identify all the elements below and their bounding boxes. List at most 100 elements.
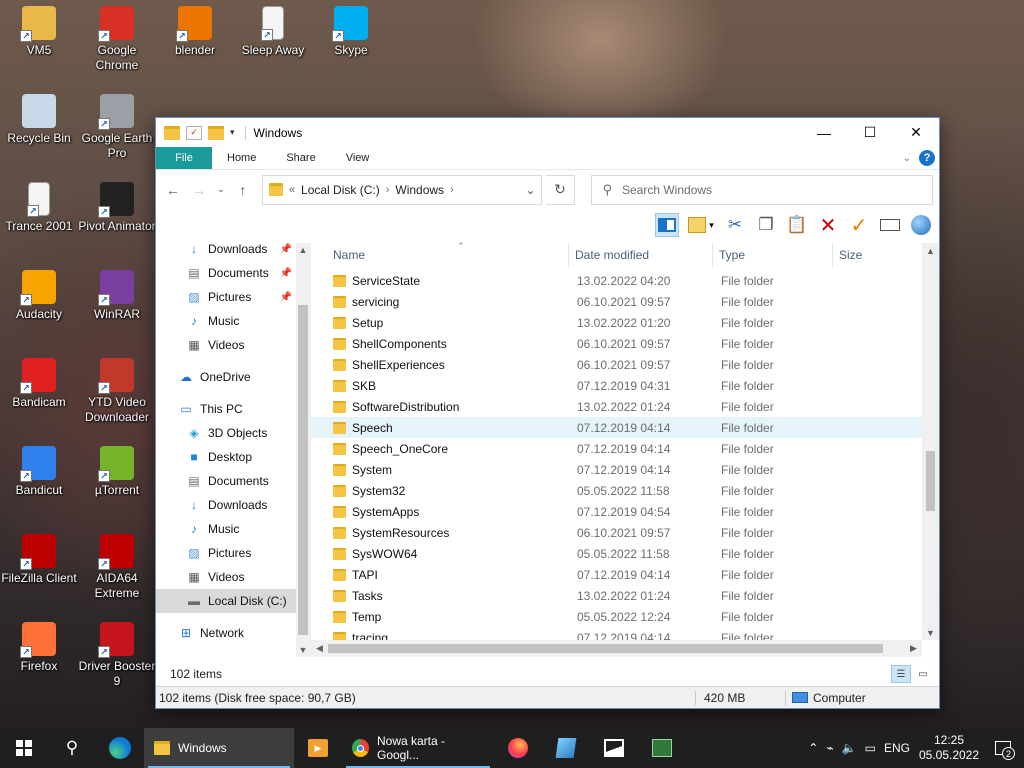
nav-scroll-thumb[interactable]: [298, 305, 308, 635]
desktop-icon[interactable]: ↗ Sleep Away: [234, 6, 312, 58]
nav-item[interactable]: ▭ This PC: [156, 397, 296, 421]
desktop-icon[interactable]: ↗ blender: [156, 6, 234, 58]
nav-item[interactable]: ▤ Documents 📌: [156, 261, 296, 285]
column-name[interactable]: Name: [311, 243, 569, 267]
nav-item[interactable]: ▦ Videos: [156, 565, 296, 589]
close-button[interactable]: ✕: [893, 118, 939, 147]
table-row[interactable]: ShellComponents 06.10.2021 09:57 File fold…: [311, 333, 922, 354]
show-hidden-icons-icon[interactable]: ⌃: [808, 741, 818, 755]
table-row[interactable]: SysWOW64 05.05.2022 11:58 File folder: [311, 543, 922, 564]
desktop-icon[interactable]: ↗ Trance 2001: [0, 182, 78, 234]
layout-icon[interactable]: ▾: [686, 213, 716, 237]
display-icon[interactable]: ▭: [865, 741, 876, 755]
nav-item[interactable]: ▨ Pictures 📌: [156, 285, 296, 309]
desktop-icon[interactable]: ↗ Firefox: [0, 622, 78, 674]
large-icons-view-icon[interactable]: ▭: [913, 665, 933, 683]
up-button[interactable]: ↑: [232, 179, 254, 201]
preview-pane-icon[interactable]: [655, 213, 679, 237]
table-row[interactable]: Tasks 13.02.2022 01:24 File folder: [311, 585, 922, 606]
delete-icon[interactable]: ✕: [816, 213, 840, 237]
table-row[interactable]: System32 05.05.2022 11:58 File folder: [311, 480, 922, 501]
nav-item[interactable]: ♪ Music: [156, 517, 296, 541]
desktop-icon[interactable]: ↗ YTD Video Downloader: [78, 358, 156, 425]
help-icon[interactable]: ?: [919, 150, 935, 166]
table-row[interactable]: Setup 13.02.2022 01:20 File folder: [311, 312, 922, 333]
nav-item[interactable]: ⊞ Network: [156, 621, 296, 645]
scroll-right-icon[interactable]: ▶: [905, 641, 922, 656]
nav-item[interactable]: ■ Desktop: [156, 445, 296, 469]
desktop-icon[interactable]: ↗ Bandicut: [0, 446, 78, 498]
table-row[interactable]: servicing 06.10.2021 09:57 File folder: [311, 291, 922, 312]
scroll-up-icon[interactable]: ▲: [296, 243, 310, 257]
clock[interactable]: 12:25 05.05.2022: [918, 733, 980, 763]
firefox-button[interactable]: [494, 728, 542, 768]
customize-toolbar-icon[interactable]: ▾: [230, 127, 235, 138]
column-size[interactable]: Size: [833, 243, 893, 267]
new-folder-icon[interactable]: [208, 125, 224, 140]
breadcrumb-windows[interactable]: Windows: [395, 183, 444, 197]
table-row[interactable]: TAPI 07.12.2019 04:14 File folder: [311, 564, 922, 585]
paste-icon[interactable]: 📋: [785, 213, 809, 237]
desktop-icon[interactable]: Recycle Bin: [0, 94, 78, 146]
app-button[interactable]: [542, 728, 590, 768]
desktop-icon[interactable]: ↗ µTorrent: [78, 446, 156, 498]
table-row[interactable]: SKB 07.12.2019 04:31 File folder: [311, 375, 922, 396]
table-row[interactable]: SystemResources 06.10.2021 09:57 File fold…: [311, 522, 922, 543]
maximize-button[interactable]: ☐: [847, 118, 893, 147]
nav-item[interactable]: ▬ Local Disk (C:): [156, 589, 296, 613]
refresh-button[interactable]: ↻: [545, 174, 576, 205]
minimize-button[interactable]: —: [801, 118, 847, 147]
nav-item[interactable]: ◈ 3D Objects: [156, 421, 296, 445]
cut-icon[interactable]: ✂: [723, 213, 747, 237]
photos-button[interactable]: [590, 728, 638, 768]
table-row[interactable]: ServiceState 13.02.2022 04:20 File folder: [311, 270, 922, 291]
desktop-icon[interactable]: ↗ Skype: [312, 6, 390, 58]
properties-icon[interactable]: ✓: [186, 125, 202, 140]
nav-scrollbar[interactable]: ▲ ▼: [296, 243, 310, 657]
nav-item[interactable]: ♪ Music: [156, 309, 296, 333]
media-player-button[interactable]: ▶: [294, 728, 342, 768]
rename-icon[interactable]: [878, 213, 902, 237]
table-row[interactable]: Temp 05.05.2022 12:24 File folder: [311, 606, 922, 627]
column-date-modified[interactable]: Date modified: [569, 243, 713, 267]
taskbar-app-explorer[interactable]: Windows: [144, 728, 294, 768]
table-row[interactable]: SystemApps 07.12.2019 04:54 File folder: [311, 501, 922, 522]
scroll-down-icon[interactable]: ▼: [296, 643, 310, 657]
scroll-down-icon[interactable]: ▼: [922, 625, 939, 640]
file-scroll-thumb[interactable]: [926, 451, 935, 511]
desktop-icon[interactable]: ↗ Pivot Animator: [78, 182, 156, 234]
details-view-icon[interactable]: ☰: [891, 665, 911, 683]
network-icon[interactable]: ⌁: [826, 741, 833, 755]
tab-view[interactable]: View: [331, 147, 385, 169]
speaker-icon[interactable]: 🔈: [842, 741, 857, 755]
tab-file[interactable]: File: [156, 147, 212, 169]
file-horizontal-scrollbar[interactable]: ◀ ▶: [311, 640, 922, 657]
table-row[interactable]: Speech 07.12.2019 04:14 File folder: [311, 417, 922, 438]
check-icon[interactable]: ✓: [847, 213, 871, 237]
desktop-icon[interactable]: ↗ Google Chrome: [78, 6, 156, 73]
search-button[interactable]: ⚲: [48, 728, 96, 768]
desktop-icon[interactable]: ↗ FileZilla Client: [0, 534, 78, 586]
nav-item[interactable]: ☁ OneDrive: [156, 365, 296, 389]
nav-item[interactable]: ↓ Downloads: [156, 493, 296, 517]
table-row[interactable]: System 07.12.2019 04:14 File folder: [311, 459, 922, 480]
breadcrumb-separator-icon[interactable]: ›: [450, 184, 454, 196]
table-row[interactable]: Speech_OneCore 07.12.2019 04:14 File folde…: [311, 438, 922, 459]
desktop-icon[interactable]: ↗ VM5: [0, 6, 78, 58]
nav-item[interactable]: ↓ Downloads 📌: [156, 237, 296, 261]
desktop-icon[interactable]: ↗ WinRAR: [78, 270, 156, 322]
scroll-up-icon[interactable]: ▲: [922, 243, 939, 258]
back-button[interactable]: ←: [162, 179, 184, 201]
h-scroll-thumb[interactable]: [328, 644, 883, 653]
forward-button[interactable]: →: [188, 179, 210, 201]
copy-icon[interactable]: ❐: [754, 213, 778, 237]
desktop-icon[interactable]: ↗ Driver Booster 9: [78, 622, 156, 689]
taskbar-app-chrome[interactable]: Nowa karta - Googl...: [342, 728, 494, 768]
desktop-icon[interactable]: ↗ Audacity: [0, 270, 78, 322]
language-indicator[interactable]: ENG: [884, 741, 910, 755]
tab-home[interactable]: Home: [212, 147, 271, 169]
address-dropdown-icon[interactable]: ⌄: [521, 183, 541, 197]
table-row[interactable]: ShellExperiences 06.10.2021 09:57 File fol…: [311, 354, 922, 375]
nav-item[interactable]: ▨ Pictures: [156, 541, 296, 565]
desktop-icon[interactable]: ↗ Bandicam: [0, 358, 78, 410]
